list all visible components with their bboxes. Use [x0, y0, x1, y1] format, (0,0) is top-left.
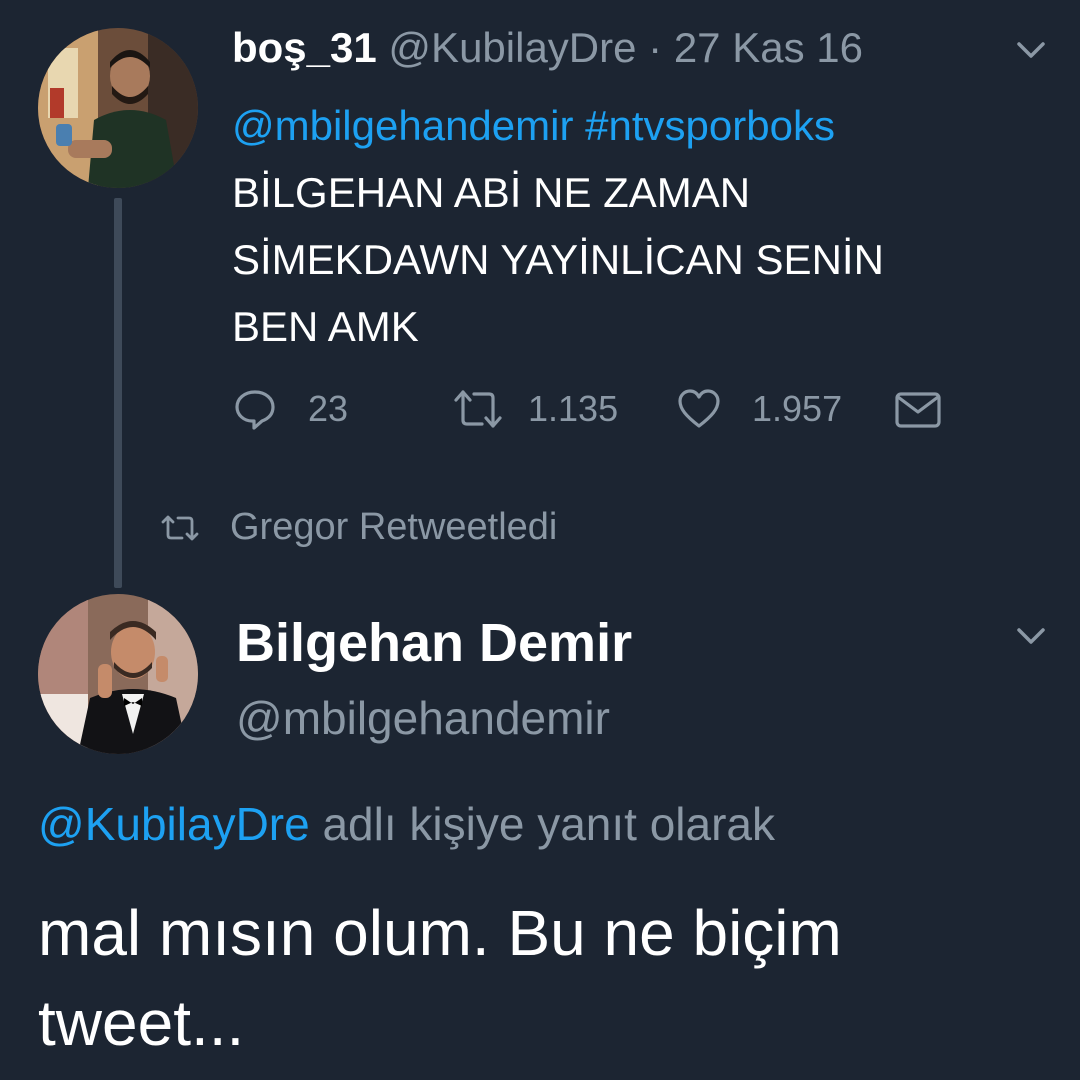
reply-to-suffix: adlı kişiye yanıt olarak: [322, 798, 776, 850]
tweet-text-line: BEN AMK: [232, 303, 419, 350]
reply-to-handle[interactable]: @KubilayDre: [38, 798, 310, 850]
direct-message-icon[interactable]: [894, 390, 942, 435]
chevron-down-icon[interactable]: [1014, 624, 1048, 653]
hashtag-link[interactable]: #ntvsporboks: [585, 102, 835, 149]
tweet-text: mal mısın olum. Bu ne biçim tweet...: [38, 897, 842, 1059]
like-count: 1.957: [752, 388, 843, 429]
tweet-text-line: SİMEKDAWN YAYİNLİCAN SENİN: [232, 236, 884, 283]
mention-link[interactable]: @mbilgehandemir: [232, 102, 573, 149]
tweet-text-line: BİLGEHAN ABİ NE ZAMAN: [232, 169, 751, 216]
retweet-context: Gregor Retweetledi: [160, 506, 557, 549]
retweet-context-label[interactable]: Gregor Retweetledi: [230, 506, 557, 549]
header-separator: ·: [648, 24, 663, 71]
user-handle[interactable]: @mbilgehandemir: [236, 690, 610, 746]
reply-count: 23: [308, 388, 349, 429]
user-handle[interactable]: @KubilayDre: [388, 24, 636, 71]
like-icon: [678, 389, 720, 428]
retweet-button[interactable]: 1.135: [452, 386, 618, 432]
display-name[interactable]: Bilgehan Demir: [236, 612, 632, 674]
reply-button[interactable]: 23: [232, 386, 348, 432]
tweet-text: @mbilgehandemir #ntvsporboks BİLGEHAN AB…: [232, 92, 1032, 360]
retweet-icon: [454, 390, 502, 428]
retweet-small-icon: [161, 515, 199, 540]
avatar[interactable]: [38, 594, 198, 754]
tweet-date[interactable]: 27 Kas 16: [674, 24, 863, 71]
tweet-header: boş_31 @KubilayDre · 27 Kas 16: [232, 22, 863, 74]
thread-connector-line: [114, 198, 122, 588]
avatar[interactable]: [38, 28, 198, 188]
like-button[interactable]: 1.957: [676, 386, 842, 432]
display-name[interactable]: boş_31: [232, 24, 377, 71]
reply-icon: [235, 390, 275, 430]
reply-context: @KubilayDre adlı kişiye yanıt olarak: [38, 796, 775, 852]
retweet-count: 1.135: [528, 388, 619, 429]
chevron-down-icon[interactable]: [1014, 38, 1048, 67]
